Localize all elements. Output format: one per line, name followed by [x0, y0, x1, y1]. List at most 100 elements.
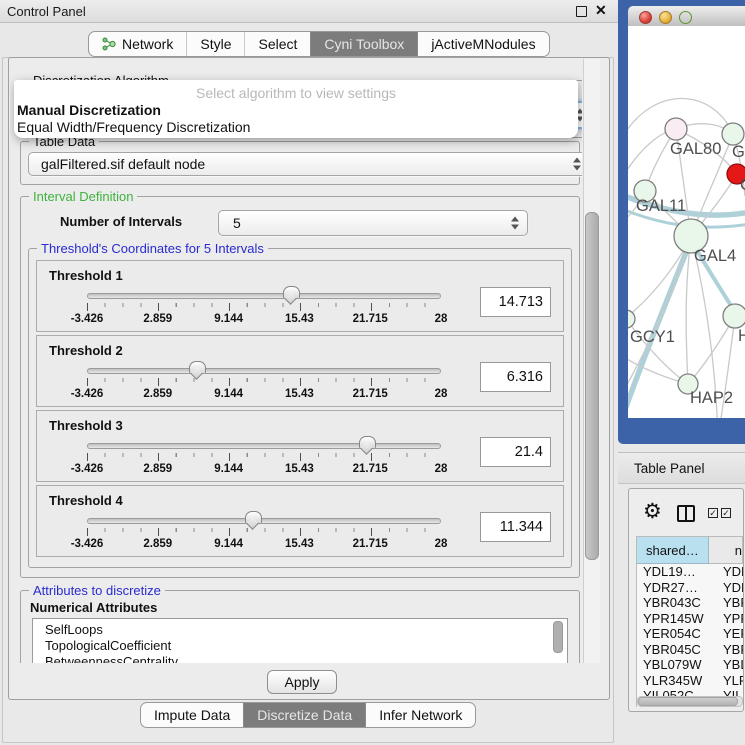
- list-item[interactable]: TopologicalCoefficient: [33, 638, 567, 654]
- table-row[interactable]: YER054CYER0: [637, 626, 743, 642]
- threshold-4-slider[interactable]: -3.426 2.859 9.144 15.43 21.715 28: [87, 516, 441, 550]
- cell[interactable]: YLR345W: [637, 673, 715, 689]
- tab-infer-network[interactable]: Infer Network: [365, 703, 475, 727]
- threshold-2-slider[interactable]: -3.426 2.859 9.144 15.43 21.715 28: [87, 366, 441, 400]
- column-header-name[interactable]: n: [709, 537, 743, 564]
- tab-discretize-data[interactable]: Discretize Data: [243, 703, 365, 727]
- cell[interactable]: YBL079W: [637, 657, 715, 673]
- cell[interactable]: YBR045C: [637, 642, 715, 658]
- slider-track[interactable]: [87, 443, 441, 449]
- cell[interactable]: YDL1: [715, 564, 743, 580]
- list-scrollbar-thumb[interactable]: [553, 621, 563, 653]
- slider-thumb[interactable]: [283, 286, 300, 298]
- cell[interactable]: YPR145W: [637, 611, 715, 627]
- slider-thumb[interactable]: [245, 511, 262, 523]
- slider-thumb[interactable]: [189, 361, 206, 373]
- settings-scrollbar-thumb[interactable]: [585, 212, 599, 560]
- threshold-4-value-field[interactable]: 11.344: [480, 512, 551, 542]
- table-row[interactable]: YDR27…YDR2: [637, 580, 743, 596]
- apply-button-label: Apply: [284, 674, 319, 690]
- cell[interactable]: YLR3: [715, 673, 743, 689]
- algorithm-option-manual[interactable]: Manual Discretization: [17, 102, 161, 118]
- tab-discretize-data-label: Discretize Data: [257, 707, 352, 723]
- split-columns-icon[interactable]: [677, 505, 695, 522]
- table-row[interactable]: YLR345WYLR3: [637, 673, 743, 689]
- table-hscrollbar-thumb[interactable]: [638, 697, 738, 706]
- threshold-3-slider[interactable]: -3.426 2.859 9.144 15.43 21.715 28: [87, 441, 441, 475]
- table-row[interactable]: YBR045CYBR0: [637, 642, 743, 658]
- cell[interactable]: YDL19…: [637, 564, 715, 580]
- network-window-titlebar[interactable]: [628, 6, 745, 27]
- tab-jactivemnodules-label: jActiveMNodules: [431, 36, 535, 52]
- slider-ticks: [87, 528, 441, 536]
- control-panel-titlebar: Control Panel: [0, 0, 618, 23]
- checkbox-icon[interactable]: ✓: [708, 508, 718, 518]
- close-icon[interactable]: ✕: [595, 2, 607, 19]
- table-data-combobox-value: galFiltered.sif default node: [41, 156, 205, 172]
- slider-track[interactable]: [87, 293, 441, 299]
- tick-label: 21.715: [353, 313, 388, 325]
- table-panel-titlebar: Table Panel: [618, 452, 745, 484]
- tick-label: 2.859: [143, 463, 172, 475]
- list-item[interactable]: SelfLoops: [33, 619, 567, 638]
- cell[interactable]: YPR1: [715, 611, 743, 627]
- slider-thumb[interactable]: [359, 436, 376, 448]
- table-row[interactable]: YBL079WYBL0: [637, 657, 743, 673]
- threshold-2-block: Threshold 2 -3.426 2.859 9.144 15.43 21.…: [36, 335, 564, 407]
- tab-style-label: Style: [200, 36, 231, 52]
- float-window-icon[interactable]: [576, 6, 587, 17]
- cell[interactable]: YDR27…: [637, 580, 715, 596]
- node-label-h: H: [738, 327, 745, 345]
- tick-label: 9.144: [214, 313, 243, 325]
- slider-track[interactable]: [87, 518, 441, 524]
- network-canvas[interactable]: GAL80 GA GAL11 C GAL4 GCY1 H HAP2: [628, 26, 745, 418]
- tab-style[interactable]: Style: [186, 32, 244, 56]
- screen: Control Panel ✕ Network Style Select Cyn…: [0, 0, 745, 745]
- network-node-h[interactable]: [723, 304, 745, 328]
- table-row[interactable]: YBR043CYBR0: [637, 595, 743, 611]
- table-row[interactable]: YPR145WYPR1: [637, 611, 743, 627]
- tab-network[interactable]: Network: [89, 32, 186, 56]
- tab-select[interactable]: Select: [244, 32, 310, 56]
- threshold-1-slider[interactable]: -3.426 2.859 9.144 15.43 21.715 28: [87, 291, 441, 325]
- apply-button[interactable]: Apply: [267, 670, 337, 694]
- settings-viewport: Discretization Algorithm Select algorith…: [10, 59, 582, 663]
- tick-label: 28: [435, 463, 448, 475]
- cell[interactable]: YBR0: [715, 595, 743, 611]
- cell[interactable]: YBR0: [715, 642, 743, 658]
- threshold-1-value-field[interactable]: 14.713: [480, 287, 551, 317]
- threshold-3-value-field[interactable]: 21.4: [480, 437, 551, 467]
- algorithm-option-equal-width[interactable]: Equal Width/Frequency Discretization: [17, 119, 250, 135]
- close-traffic-light[interactable]: [639, 11, 652, 24]
- threshold-4-label: Threshold 4: [49, 493, 123, 508]
- zoom-traffic-light[interactable]: [679, 11, 692, 24]
- network-node-gal80[interactable]: [665, 118, 687, 140]
- cell[interactable]: YER0: [715, 626, 743, 642]
- minimize-traffic-light[interactable]: [659, 11, 672, 24]
- network-node-gcy1[interactable]: [628, 310, 635, 328]
- list-item[interactable]: BetweennessCentrality: [33, 654, 567, 663]
- number-of-intervals-label: Number of Intervals: [60, 214, 182, 229]
- threshold-2-value-field[interactable]: 6.316: [480, 362, 551, 392]
- tab-jactivemnodules[interactable]: jActiveMNodules: [417, 32, 548, 56]
- tab-cyni-toolbox[interactable]: Cyni Toolbox: [310, 32, 417, 56]
- gear-icon[interactable]: ⚙: [643, 500, 662, 524]
- cell[interactable]: YDR2: [715, 580, 743, 596]
- number-of-intervals-value: 5: [233, 215, 241, 231]
- combo-arrows-icon: [573, 158, 582, 171]
- node-label-gcy1: GCY1: [630, 328, 675, 346]
- tab-infer-network-label: Infer Network: [379, 707, 462, 723]
- tick-label: 9.144: [214, 538, 243, 550]
- network-node-top-right[interactable]: [722, 123, 744, 145]
- column-header-shared-name[interactable]: shared…: [637, 537, 709, 564]
- tab-impute-data[interactable]: Impute Data: [141, 703, 243, 727]
- number-of-intervals-combobox[interactable]: 5: [218, 210, 528, 236]
- table-row[interactable]: YDL19…YDL1: [637, 564, 743, 580]
- cell[interactable]: YBL0: [715, 657, 743, 673]
- cell[interactable]: YER054C: [637, 626, 715, 642]
- checkbox-icon[interactable]: ✓: [721, 508, 731, 518]
- cell[interactable]: YBR043C: [637, 595, 715, 611]
- slider-track[interactable]: [87, 368, 441, 374]
- tick-label: 2.859: [143, 538, 172, 550]
- table-data-combobox[interactable]: galFiltered.sif default node: [28, 152, 582, 176]
